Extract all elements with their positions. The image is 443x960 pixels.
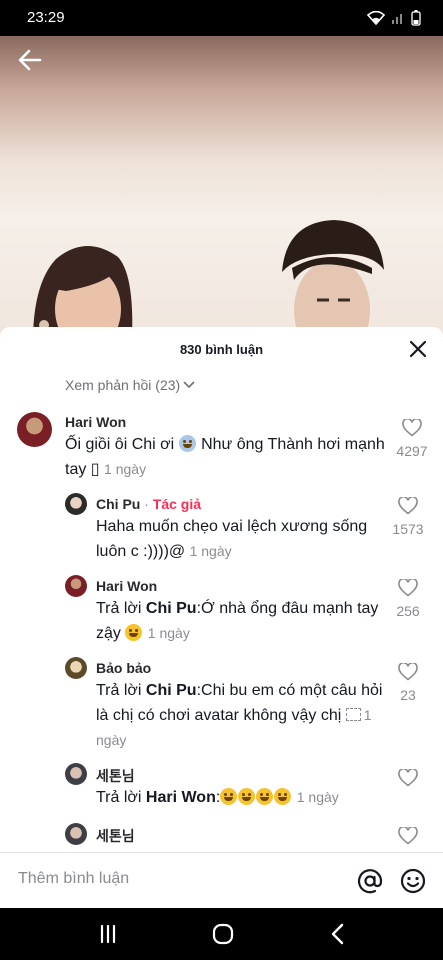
reply-item: 세톤님 bbox=[0, 823, 443, 852]
like-button[interactable] bbox=[383, 825, 433, 850]
reply-author[interactable]: 세톤님 bbox=[96, 766, 135, 786]
reply-author[interactable]: 세톤님 bbox=[96, 826, 135, 846]
video-person-right bbox=[282, 220, 384, 336]
heart-icon bbox=[398, 577, 418, 597]
avatar[interactable] bbox=[65, 823, 87, 845]
like-button[interactable]: 256 bbox=[383, 577, 433, 619]
home-icon[interactable] bbox=[211, 922, 235, 946]
comment-input-bar: Thêm bình luận bbox=[0, 852, 443, 908]
reply-text: Trả lời Hari Won: 1 ngày bbox=[96, 785, 396, 810]
comment-input[interactable]: Thêm bình luận bbox=[18, 870, 129, 888]
reply-to-user[interactable]: Hari Won bbox=[146, 789, 216, 806]
video-person-left bbox=[33, 246, 133, 336]
sticker-icon bbox=[345, 708, 361, 721]
heart-icon bbox=[398, 495, 418, 515]
reply-item: Chi Pu · Tác giả Haha muốn chẹo vai lệch… bbox=[0, 493, 443, 573]
grinning-emoji-icon bbox=[274, 788, 292, 805]
like-count: 4297 bbox=[396, 443, 428, 459]
heart-icon bbox=[398, 767, 418, 787]
reply-text: Trả lời Chi Pu:Ớ nhà ổng đâu mạnh tay zậ… bbox=[96, 597, 396, 646]
heart-icon bbox=[402, 417, 422, 437]
reply-prefix: Trả lời bbox=[96, 600, 146, 617]
avatar[interactable] bbox=[65, 763, 87, 785]
grinning-emoji-icon bbox=[125, 624, 143, 641]
avatar[interactable] bbox=[65, 575, 87, 597]
reply-time: 1 ngày bbox=[189, 543, 232, 559]
avatar[interactable] bbox=[65, 657, 87, 679]
reply-prefix: Trả lời bbox=[96, 682, 146, 699]
reply-item: Hari Won Trả lời Chi Pu:Ớ nhà ổng đâu mạ… bbox=[0, 575, 443, 655]
signal-icon bbox=[392, 14, 402, 24]
grinning-emoji-icon bbox=[220, 788, 238, 805]
heart-icon bbox=[398, 661, 418, 681]
recent-apps-icon[interactable] bbox=[96, 922, 120, 946]
like-button[interactable]: 4297 bbox=[387, 417, 437, 459]
like-button[interactable]: 23 bbox=[383, 661, 433, 703]
back-arrow-icon[interactable] bbox=[16, 46, 44, 74]
system-nav-bar bbox=[0, 908, 443, 960]
emoji-picker-icon[interactable] bbox=[400, 868, 426, 894]
like-count: 256 bbox=[396, 603, 420, 619]
status-time: 23:29 bbox=[27, 9, 65, 26]
fearful-emoji-icon bbox=[178, 435, 196, 452]
view-replies-link[interactable]: Xem phản hồi (23) bbox=[65, 377, 195, 393]
wifi-icon bbox=[367, 11, 385, 25]
reply-author-name: Chi Pu bbox=[96, 496, 141, 512]
reply-item: Bảo bảo Trả lời Chi Pu:Chi bu em có một … bbox=[0, 657, 443, 757]
reply-to-user[interactable]: Chi Pu bbox=[146, 682, 197, 699]
comment-text: Ối giồi ôi Chi ơi Như ông Thành hơi mạnh… bbox=[65, 433, 395, 482]
reply-author[interactable]: Chi Pu · Tác giả bbox=[96, 496, 201, 512]
status-bar: 23:29 bbox=[0, 0, 443, 36]
mention-icon[interactable] bbox=[357, 868, 383, 894]
status-icons bbox=[367, 10, 421, 26]
grinning-emoji-icon bbox=[238, 788, 256, 805]
view-replies-label: Xem phản hồi (23) bbox=[65, 377, 181, 393]
comments-count-title: 830 bình luận bbox=[179, 342, 264, 357]
back-icon[interactable] bbox=[326, 922, 350, 946]
grinning-emoji-icon bbox=[256, 788, 274, 805]
like-count: 23 bbox=[400, 687, 416, 703]
separator-dot: · bbox=[140, 496, 153, 512]
author-badge: Tác giả bbox=[152, 496, 202, 512]
reply-time: 1 ngày bbox=[147, 625, 190, 641]
close-icon[interactable] bbox=[409, 340, 427, 358]
reply-text: Haha muốn chẹo vai lệch xương sống luôn … bbox=[96, 515, 396, 564]
battery-icon bbox=[411, 10, 421, 26]
reply-author[interactable]: Bảo bảo bbox=[96, 660, 151, 676]
comment-author[interactable]: Hari Won bbox=[65, 414, 126, 430]
comment-text-part: Ối giồi ôi Chi ơi bbox=[65, 436, 179, 453]
reply-time: 1 ngày bbox=[296, 789, 339, 805]
avatar[interactable] bbox=[17, 412, 52, 447]
comment-time: 1 ngày bbox=[104, 461, 147, 477]
like-button[interactable] bbox=[383, 767, 433, 792]
reply-author[interactable]: Hari Won bbox=[96, 578, 157, 594]
reply-text: Trả lời Chi Pu:Chi bu em có một câu hỏi … bbox=[96, 679, 396, 753]
comment-item: Hari Won Ối giồi ôi Chi ơi Như ông Thành… bbox=[0, 409, 443, 489]
video-preview[interactable] bbox=[0, 36, 443, 336]
reply-to-user[interactable]: Chi Pu bbox=[146, 600, 197, 617]
chevron-down-icon bbox=[183, 381, 195, 389]
reply-prefix: Trả lời bbox=[96, 789, 146, 806]
like-button[interactable]: 1573 bbox=[383, 495, 433, 537]
avatar[interactable] bbox=[65, 493, 87, 515]
comments-sheet: 830 bình luận Xem phản hồi (23) Hari Won… bbox=[0, 327, 443, 852]
comments-header: 830 bình luận bbox=[0, 327, 443, 371]
heart-icon bbox=[398, 825, 418, 845]
reply-item: 세톤님 Trả lời Hari Won: 1 ngày bbox=[0, 763, 443, 823]
like-count: 1573 bbox=[392, 521, 424, 537]
